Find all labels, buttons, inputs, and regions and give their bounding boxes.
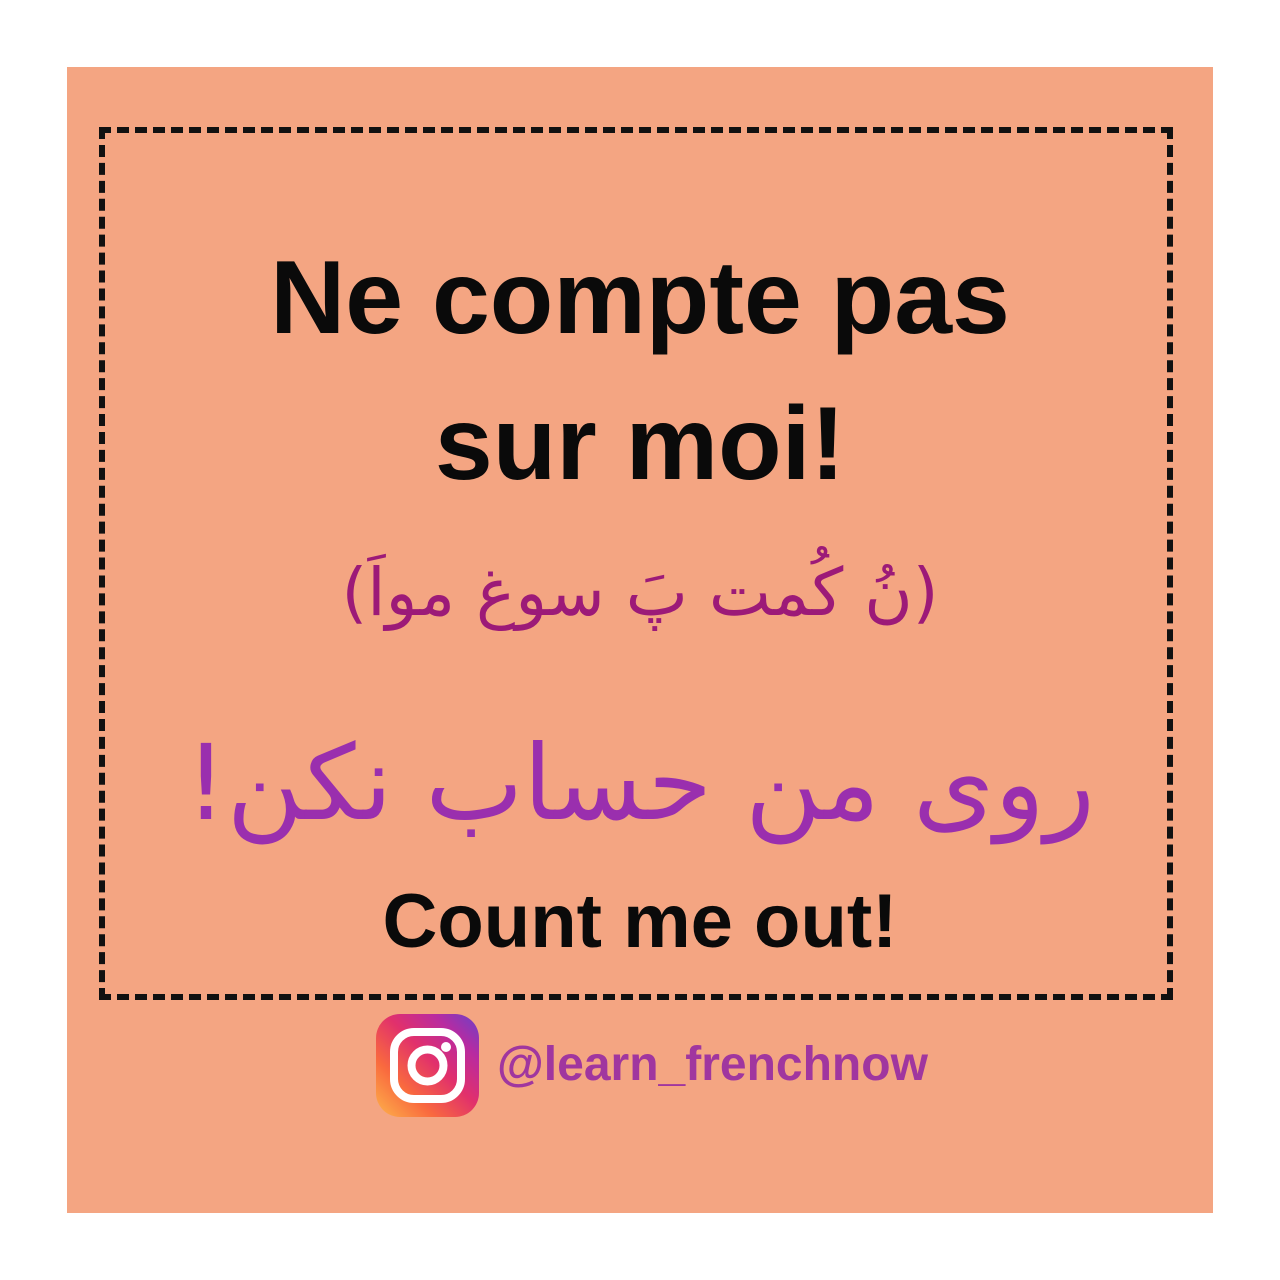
pronunciation-text: (نُ کُمت پَ سوغ مواَ) [341,554,939,631]
english-translation: Count me out! [382,879,898,964]
french-phrase: Ne compte pas sur moi! [0,225,1280,517]
persian-translation: روی من حساب نکن! [185,722,1095,844]
french-phrase-line-2: sur moi! [434,386,846,502]
instagram-handle[interactable]: @learn_frenchnow [497,1035,928,1095]
french-phrase-line-1: Ne compte pas [270,240,1010,356]
instagram-icon[interactable] [376,1013,479,1117]
instagram-handle-row[interactable]: @learn_frenchnow [376,1013,928,1117]
